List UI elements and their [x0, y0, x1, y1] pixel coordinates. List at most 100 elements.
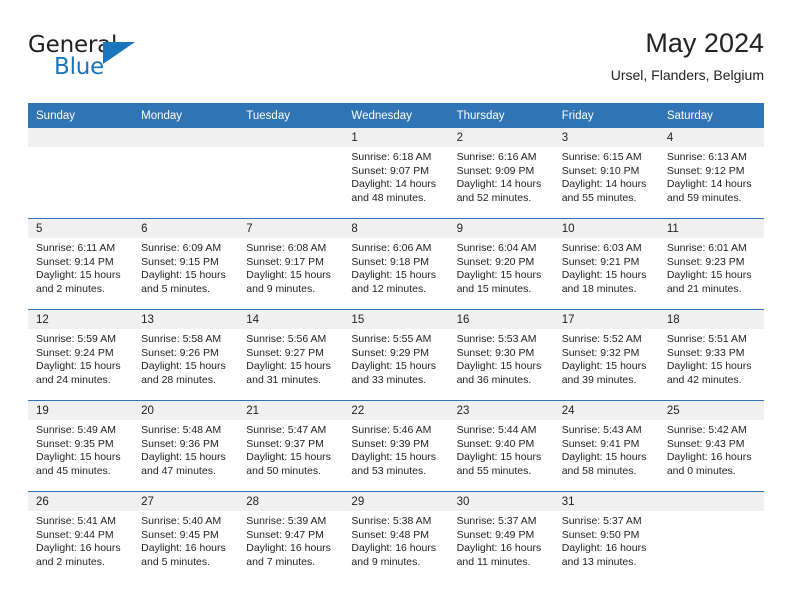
sunset-text: Sunset: 9:36 PM — [141, 437, 219, 450]
day-number: 4 — [658, 128, 764, 147]
calendar-day-cell[interactable]: 25 Sunrise: 5:42 AM Sunset: 9:43 PM Dayligh… — [658, 400, 764, 492]
calendar-day-cell[interactable]: 12 Sunrise: 5:59 AM Sunset: 9:24 PM Dayligh… — [28, 309, 134, 401]
sunrise-text: Sunrise: 5:40 AM — [141, 515, 222, 527]
sunset-text: Sunset: 9:43 PM — [666, 437, 745, 450]
daylight-text: Daylight: 16 hours and 7 minutes. — [246, 542, 331, 568]
daylight-text: Daylight: 14 hours and 48 minutes. — [351, 178, 437, 204]
sunrise-text: Sunrise: 6:11 AM — [36, 242, 116, 254]
calendar-day-cell[interactable]: 27 Sunrise: 5:40 AM Sunset: 9:45 PM Dayligh… — [133, 491, 239, 582]
sunset-text: Sunset: 9:14 PM — [36, 255, 114, 268]
calendar-day-cell[interactable]: 3 Sunrise: 6:15 AM Sunset: 9:10 PM Daylight… — [553, 128, 659, 219]
day-number: 7 — [238, 219, 344, 238]
day-details: Sunrise: 5:58 AM Sunset: 9:26 PM Daylight:… — [133, 329, 238, 387]
calendar-day-cell[interactable]: 16 Sunrise: 5:53 AM Sunset: 9:30 PM Dayligh… — [448, 309, 554, 401]
sunrise-sunset-calendar: Sunday Monday Tuesday Wednesday Thursday Frid… — [28, 103, 764, 582]
sunrise-text: Sunrise: 6:16 AM — [456, 151, 537, 163]
calendar-day-cell[interactable]: 29 Sunrise: 5:38 AM Sunset: 9:48 PM Dayligh… — [343, 491, 449, 582]
sunrise-text: Sunrise: 5:56 AM — [246, 333, 327, 345]
day-number: 30 — [448, 492, 554, 511]
sunset-text: Sunset: 9:17 PM — [246, 255, 324, 268]
daylight-text: Daylight: 16 hours and 0 minutes. — [666, 451, 752, 477]
calendar-day-cell[interactable]: 13 Sunrise: 5:58 AM Sunset: 9:26 PM Dayligh… — [133, 309, 239, 401]
calendar-day-cell[interactable]: 9 Sunrise: 6:04 AM Sunset: 9:20 PM Daylight… — [448, 218, 554, 310]
daylight-text: Daylight: 15 hours and 50 minutes. — [246, 451, 331, 477]
sunset-text: Sunset: 9:12 PM — [666, 164, 745, 177]
calendar-day-cell[interactable]: 19 Sunrise: 5:49 AM Sunset: 9:35 PM Dayligh… — [28, 400, 134, 492]
day-number — [28, 128, 134, 147]
sunrise-text: Sunrise: 6:01 AM — [666, 242, 747, 254]
sunrise-text: Sunrise: 5:58 AM — [141, 333, 222, 345]
general-blue-logo[interactable]: General Blue — [28, 32, 158, 88]
weekday-header-thursday: Thursday — [448, 103, 554, 128]
day-number — [658, 492, 764, 511]
calendar-day-cell[interactable]: 14 Sunrise: 5:56 AM Sunset: 9:27 PM Dayligh… — [238, 309, 344, 401]
weekday-header-tuesday: Tuesday — [238, 103, 344, 128]
daylight-text: Daylight: 16 hours and 2 minutes. — [36, 542, 121, 568]
sunset-text: Sunset: 9:15 PM — [141, 255, 219, 268]
daylight-text: Daylight: 15 hours and 31 minutes. — [246, 360, 331, 386]
daylight-text: Daylight: 15 hours and 15 minutes. — [456, 269, 542, 295]
sunset-text: Sunset: 9:35 PM — [36, 437, 114, 450]
day-details: Sunrise: 6:15 AM Sunset: 9:10 PM Daylight:… — [554, 147, 659, 205]
daylight-text: Daylight: 16 hours and 11 minutes. — [456, 542, 542, 568]
sunset-text: Sunset: 9:50 PM — [561, 528, 640, 541]
page-header: General Blue May 2024 Ursel, Flanders, B… — [28, 26, 764, 94]
calendar-day-cell[interactable]: 24 Sunrise: 5:43 AM Sunset: 9:41 PM Dayligh… — [553, 400, 659, 492]
calendar-day-cell[interactable]: 30 Sunrise: 5:37 AM Sunset: 9:49 PM Dayligh… — [448, 491, 554, 582]
day-details: Sunrise: 5:49 AM Sunset: 9:35 PM Daylight:… — [28, 420, 133, 478]
daylight-text: Daylight: 16 hours and 9 minutes. — [351, 542, 437, 568]
title-block: May 2024 Ursel, Flanders, Belgium — [611, 26, 764, 86]
day-details: Sunrise: 5:55 AM Sunset: 9:29 PM Daylight:… — [343, 329, 448, 387]
calendar-day-cell[interactable]: 7 Sunrise: 6:08 AM Sunset: 9:17 PM Daylight… — [238, 218, 344, 310]
day-number: 14 — [238, 310, 344, 329]
calendar-day-cell[interactable]: 8 Sunrise: 6:06 AM Sunset: 9:18 PM Daylight… — [343, 218, 449, 310]
day-number: 29 — [343, 492, 449, 511]
calendar-day-cell[interactable]: 22 Sunrise: 5:46 AM Sunset: 9:39 PM Dayligh… — [343, 400, 449, 492]
calendar-day-cell[interactable]: 6 Sunrise: 6:09 AM Sunset: 9:15 PM Daylight… — [133, 218, 239, 310]
day-number: 24 — [553, 401, 659, 420]
day-number: 19 — [28, 401, 134, 420]
sunrise-text: Sunrise: 6:15 AM — [561, 151, 642, 163]
sunset-text: Sunset: 9:23 PM — [666, 255, 745, 268]
day-number — [133, 128, 239, 147]
calendar-day-cell[interactable]: 15 Sunrise: 5:55 AM Sunset: 9:29 PM Dayligh… — [343, 309, 449, 401]
calendar-day-cell[interactable]: 28 Sunrise: 5:39 AM Sunset: 9:47 PM Dayligh… — [238, 491, 344, 582]
calendar-day-cell[interactable]: 10 Sunrise: 6:03 AM Sunset: 9:21 PM Dayligh… — [553, 218, 659, 310]
calendar-day-cell[interactable]: 4 Sunrise: 6:13 AM Sunset: 9:12 PM Daylight… — [658, 128, 764, 219]
calendar-day-cell[interactable]: 23 Sunrise: 5:44 AM Sunset: 9:40 PM Dayligh… — [448, 400, 554, 492]
sunrise-text: Sunrise: 6:06 AM — [351, 242, 432, 254]
day-number: 2 — [448, 128, 554, 147]
day-number: 27 — [133, 492, 239, 511]
daylight-text: Daylight: 14 hours and 59 minutes. — [666, 178, 752, 204]
sunrise-text: Sunrise: 5:39 AM — [246, 515, 327, 527]
sunrise-text: Sunrise: 6:13 AM — [666, 151, 747, 163]
calendar-day-cell-empty — [28, 128, 134, 219]
sunset-text: Sunset: 9:40 PM — [456, 437, 535, 450]
sunrise-text: Sunrise: 5:49 AM — [36, 424, 116, 436]
day-number: 1 — [343, 128, 449, 147]
day-number: 5 — [28, 219, 134, 238]
calendar-day-cell[interactable]: 1 Sunrise: 6:18 AM Sunset: 9:07 PM Daylight… — [343, 128, 449, 219]
daylight-text: Daylight: 15 hours and 55 minutes. — [456, 451, 542, 477]
calendar-day-cell[interactable]: 17 Sunrise: 5:52 AM Sunset: 9:32 PM Dayligh… — [553, 309, 659, 401]
calendar-day-cell[interactable]: 26 Sunrise: 5:41 AM Sunset: 9:44 PM Dayligh… — [28, 491, 134, 582]
day-details: Sunrise: 6:04 AM Sunset: 9:20 PM Daylight:… — [449, 238, 554, 296]
day-details: Sunrise: 5:51 AM Sunset: 9:33 PM Daylight:… — [659, 329, 764, 387]
calendar-day-cell[interactable]: 18 Sunrise: 5:51 AM Sunset: 9:33 PM Dayligh… — [658, 309, 764, 401]
day-details: Sunrise: 6:13 AM Sunset: 9:12 PM Daylight:… — [659, 147, 764, 205]
sunrise-text: Sunrise: 6:03 AM — [561, 242, 642, 254]
calendar-day-cell[interactable]: 31 Sunrise: 5:37 AM Sunset: 9:50 PM Dayligh… — [553, 491, 659, 582]
day-details: Sunrise: 6:11 AM Sunset: 9:14 PM Daylight:… — [28, 238, 133, 296]
sunset-text: Sunset: 9:32 PM — [561, 346, 640, 359]
calendar-page: General Blue May 2024 Ursel, Flanders, B… — [0, 0, 792, 612]
calendar-day-cell[interactable]: 20 Sunrise: 5:48 AM Sunset: 9:36 PM Dayligh… — [133, 400, 239, 492]
calendar-day-cell[interactable]: 21 Sunrise: 5:47 AM Sunset: 9:37 PM Dayligh… — [238, 400, 344, 492]
sunset-text: Sunset: 9:30 PM — [456, 346, 535, 359]
sunset-text: Sunset: 9:29 PM — [351, 346, 430, 359]
calendar-day-cell[interactable]: 5 Sunrise: 6:11 AM Sunset: 9:14 PM Daylight… — [28, 218, 134, 310]
day-details: Sunrise: 5:48 AM Sunset: 9:36 PM Daylight:… — [133, 420, 238, 478]
calendar-week-row: 5 Sunrise: 6:11 AM Sunset: 9:14 PM Daylight… — [28, 218, 764, 310]
day-number: 16 — [448, 310, 554, 329]
calendar-day-cell[interactable]: 2 Sunrise: 6:16 AM Sunset: 9:09 PM Daylight… — [448, 128, 554, 219]
calendar-day-cell[interactable]: 11 Sunrise: 6:01 AM Sunset: 9:23 PM Dayligh… — [658, 218, 764, 310]
